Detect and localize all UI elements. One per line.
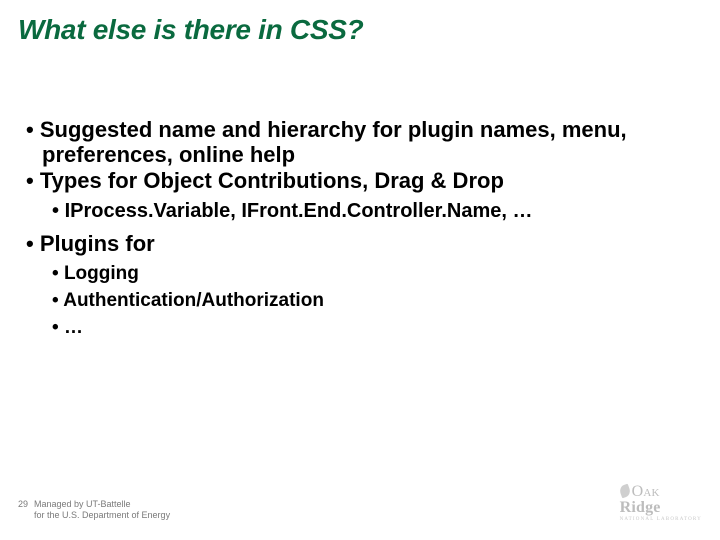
bullet-lvl2: IProcess.Variable, IFront.End.Controller… [26, 200, 680, 222]
logo-ridge: Ridge [620, 499, 661, 516]
page-number: 29 [18, 499, 34, 509]
footer: 29Managed by UT-Battelle for the U.S. De… [18, 499, 170, 520]
bullet-lvl2: Logging [26, 263, 680, 284]
bullet-lvl2: Authentication/Authorization [26, 290, 680, 311]
logo-oak: Oak [632, 483, 660, 500]
slide-body: Suggested name and hierarchy for plugin … [26, 118, 680, 339]
slide-title: What else is there in CSS? [18, 14, 363, 46]
bullet-lvl2: … [26, 317, 680, 338]
slide: What else is there in CSS? Suggested nam… [0, 0, 720, 540]
logo-sub: NATIONAL LABORATORY [620, 517, 702, 522]
bullet-lvl1: Plugins for [26, 232, 680, 257]
footer-line1: Managed by UT-Battelle [34, 499, 131, 509]
footer-line2: for the U.S. Department of Energy [18, 510, 170, 520]
bullet-lvl1: Suggested name and hierarchy for plugin … [26, 118, 680, 167]
leaf-icon [618, 484, 632, 499]
oak-ridge-logo: Oak Ridge NATIONAL LABORATORY [620, 484, 702, 522]
bullet-lvl1: Types for Object Contributions, Drag & D… [26, 169, 680, 194]
